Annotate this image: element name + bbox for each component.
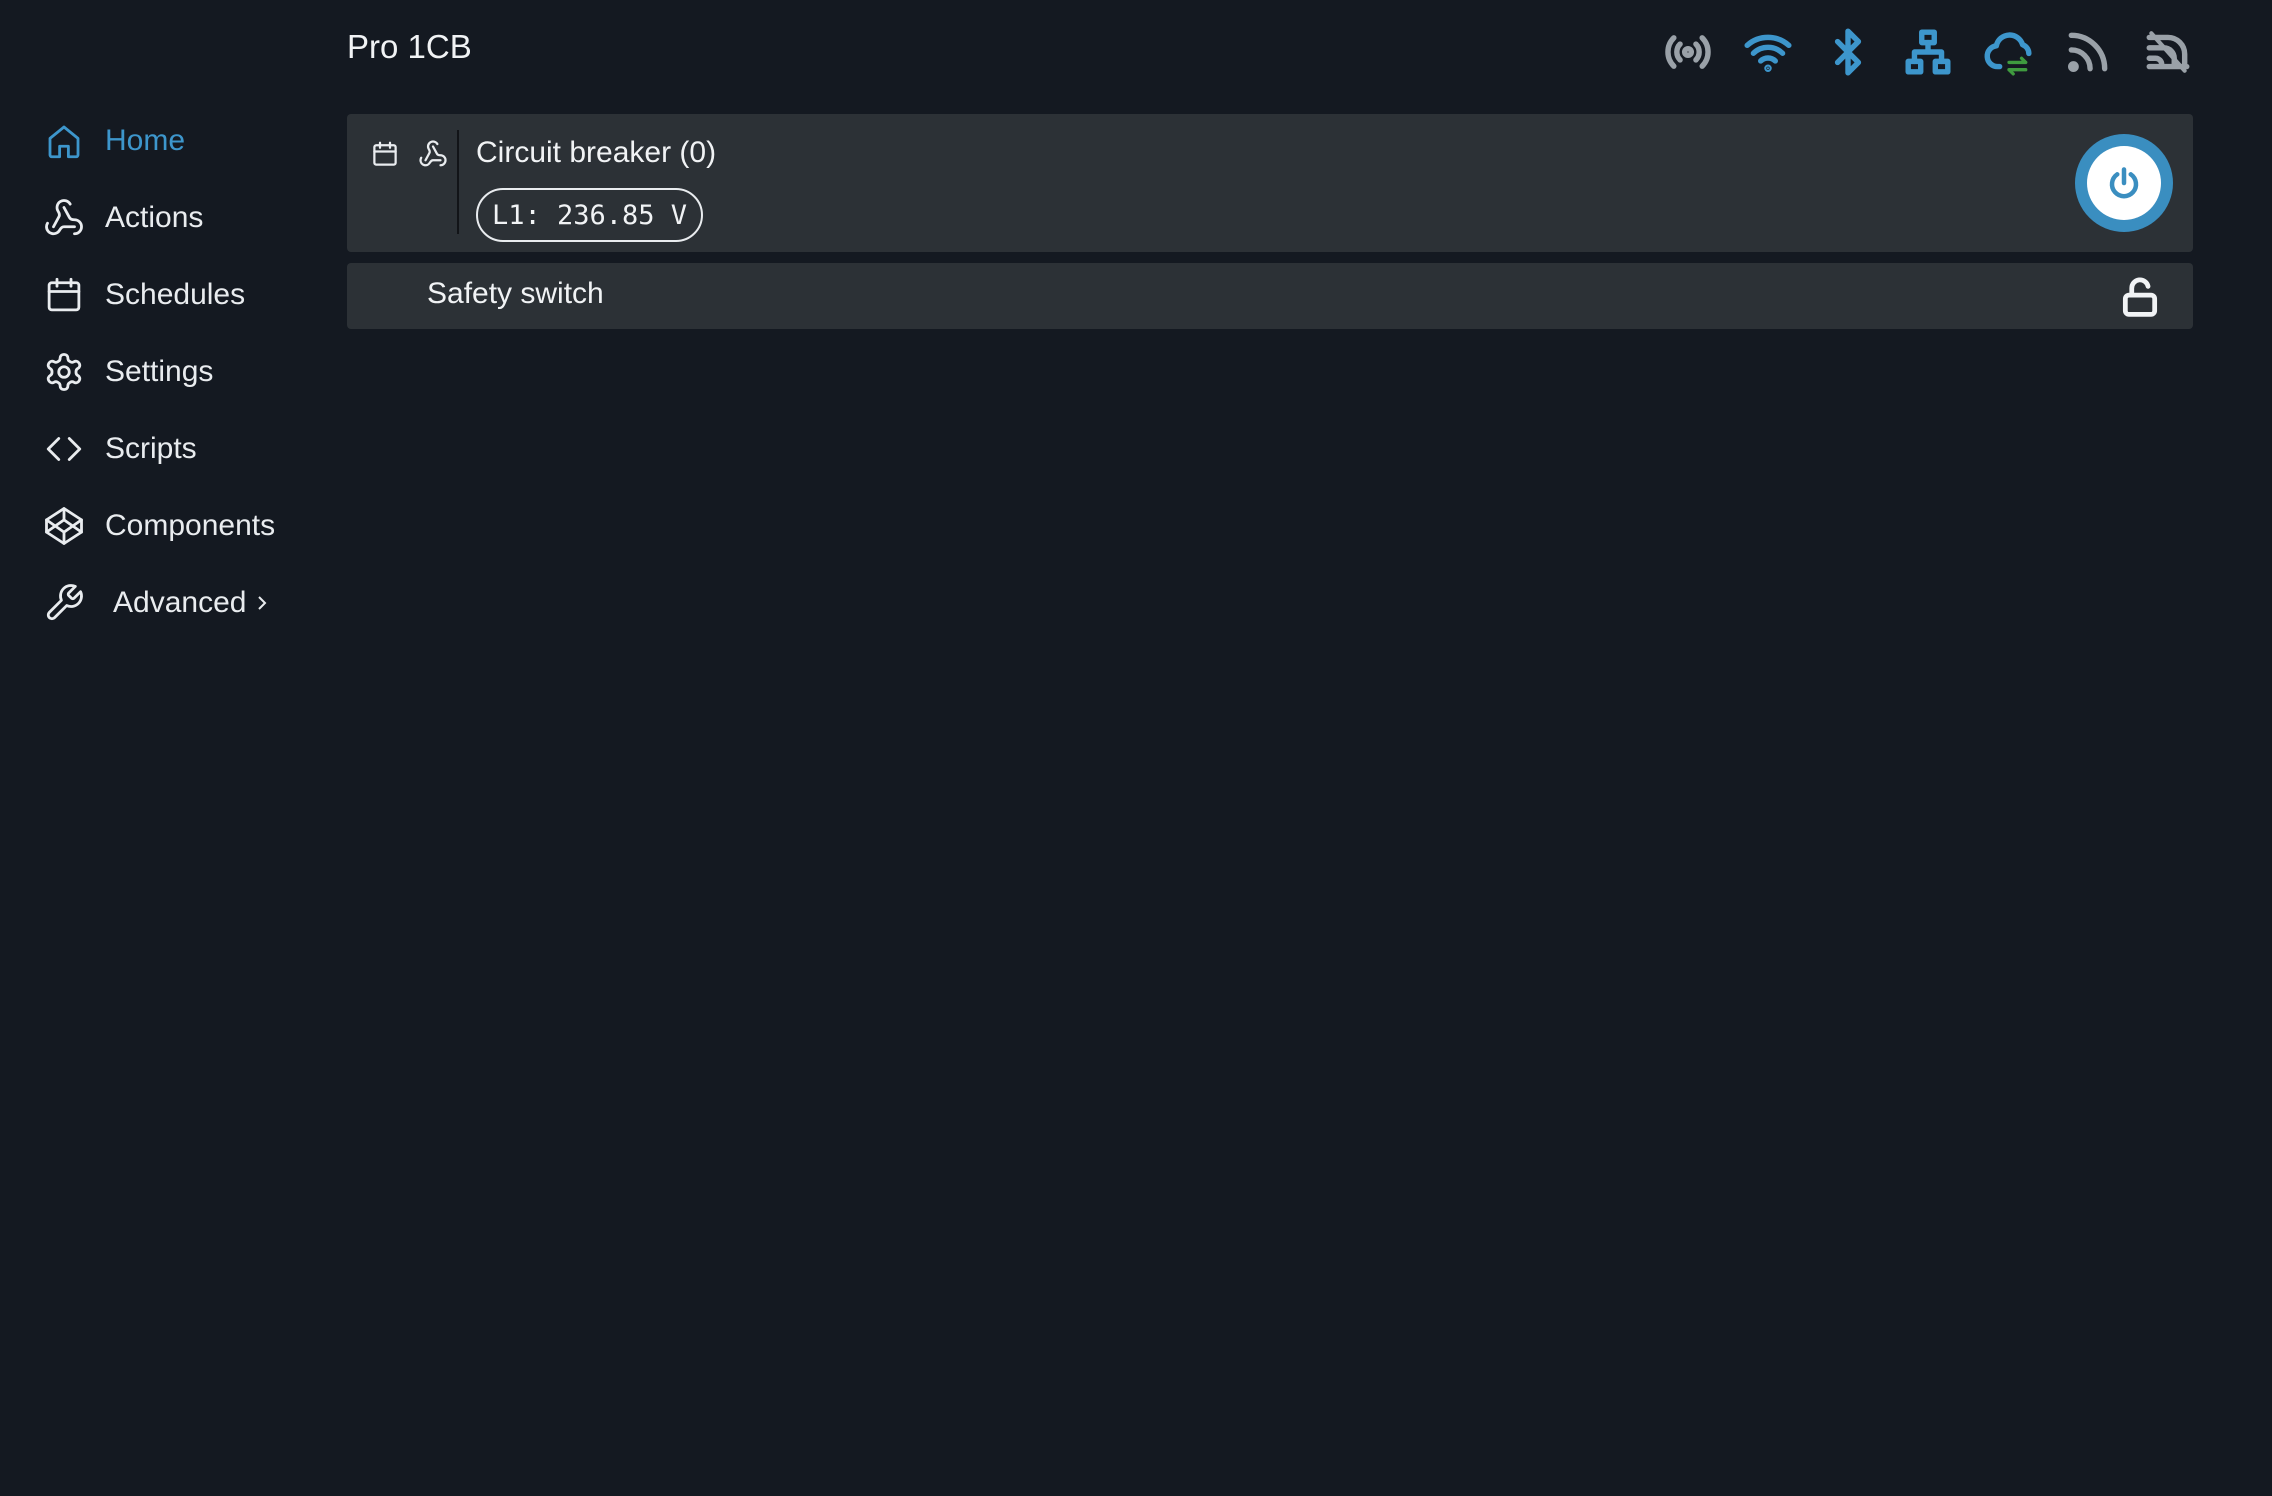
mqtt-icon[interactable]: [2140, 24, 2196, 80]
sidebar-item-label: Advanced: [113, 586, 247, 619]
sidebar-item-label: Actions: [105, 201, 204, 234]
card-divider: [457, 130, 459, 234]
sidebar-item-home[interactable]: Home: [42, 111, 185, 171]
unlock-button[interactable]: [2117, 274, 2163, 320]
bluetooth-icon[interactable]: [1820, 24, 1876, 80]
broadcast-icon[interactable]: [1660, 24, 1716, 80]
sidebar-item-schedules[interactable]: Schedules: [42, 265, 245, 325]
sidebar-item-label: Home: [105, 124, 186, 157]
wifi-icon[interactable]: [1740, 24, 1796, 80]
wrench-icon: [42, 581, 86, 625]
sidebar-item-label: Settings: [105, 355, 214, 388]
home-icon: [42, 119, 86, 163]
gear-icon: [42, 350, 86, 394]
sidebar-item-scripts[interactable]: Scripts: [42, 419, 197, 479]
calendar-icon: [42, 273, 86, 317]
cloud-icon[interactable]: [1980, 24, 2036, 80]
codepen-icon: [42, 504, 86, 548]
sidebar-item-components[interactable]: Components: [42, 496, 275, 556]
unlock-icon: [2122, 277, 2158, 317]
power-toggle-button[interactable]: [2075, 134, 2173, 232]
webhook-icon[interactable]: [417, 138, 449, 170]
sidebar-item-label: Components: [105, 509, 276, 542]
code-icon: [42, 427, 86, 471]
rss-icon[interactable]: [2060, 24, 2116, 80]
chevron-right-icon: [254, 591, 272, 615]
sidebar-item-label: Schedules: [105, 278, 246, 311]
webhook-icon: [42, 196, 86, 240]
sidebar-item-label: Scripts: [105, 432, 197, 465]
voltage-badge: L1: 236.85 V: [476, 188, 704, 242]
sidebar-item-settings[interactable]: Settings: [42, 342, 213, 402]
page-title: Pro 1CB: [347, 28, 472, 65]
circuit-breaker-card: Circuit breaker (0) L1: 236.85 V: [347, 114, 2193, 252]
component-name: Circuit breaker (0): [476, 136, 717, 169]
sidebar-item-actions[interactable]: Actions: [42, 188, 203, 248]
component-name: Safety switch: [427, 277, 604, 310]
sidebar-item-advanced[interactable]: Advanced: [42, 573, 272, 633]
calendar-icon[interactable]: [369, 138, 401, 170]
connection-status-bar: [1660, 24, 2196, 80]
ethernet-icon[interactable]: [1900, 24, 1956, 80]
power-icon: [2109, 167, 2139, 199]
sidebar: Home Actions Schedules Settings Scripts …: [0, 0, 330, 1496]
safety-switch-card: Safety switch: [347, 263, 2193, 329]
